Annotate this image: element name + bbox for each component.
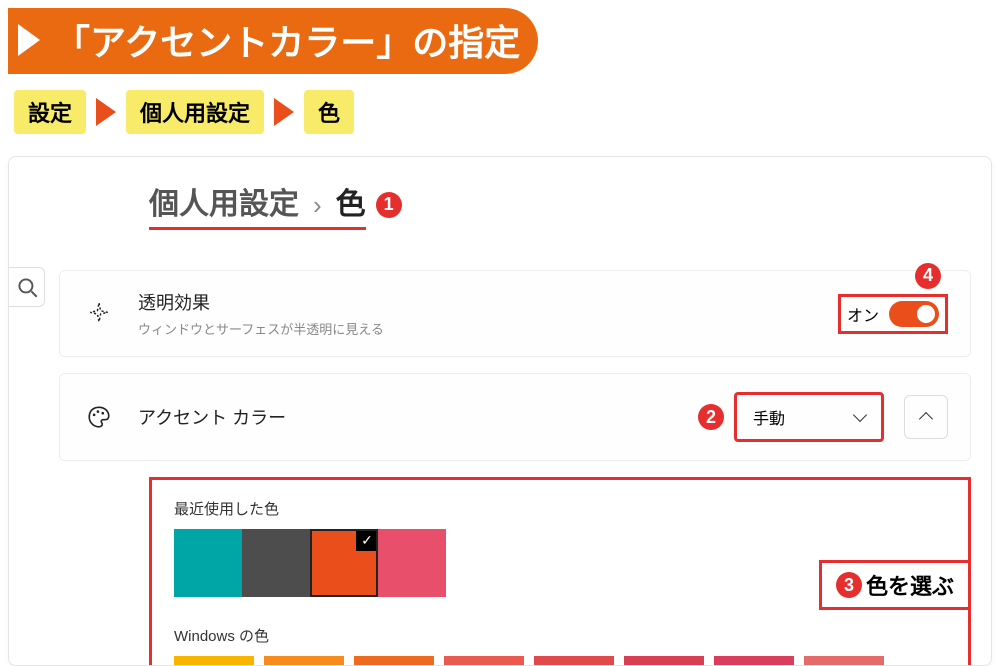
dropdown-value: 手動 xyxy=(753,405,785,429)
settings-window: 個人用設定 › 色 1 透明効果 ウィンドウとサーフェスが半透明に見える 4 オ… xyxy=(8,156,992,666)
path-chips: 設定 個人用設定 色 xyxy=(14,90,1000,134)
chip-personalization: 個人用設定 xyxy=(126,90,264,134)
transparency-toggle-group: 4 オン xyxy=(838,294,948,334)
transparency-toggle[interactable] xyxy=(889,301,939,327)
banner-title: 「アクセントカラー」の指定 xyxy=(54,14,520,66)
callout-text: 色を選ぶ xyxy=(866,569,954,601)
recent-color-swatch[interactable]: ✓ xyxy=(310,529,378,597)
page-title: 色 xyxy=(336,179,366,223)
toggle-state-label: オン xyxy=(847,302,879,326)
chip-arrow-icon xyxy=(274,98,294,126)
recent-color-swatch[interactable] xyxy=(242,529,310,597)
expand-section-button[interactable] xyxy=(904,395,948,439)
chevron-down-icon xyxy=(853,408,867,422)
breadcrumb-parent[interactable]: 個人用設定 xyxy=(149,179,299,223)
breadcrumb: 個人用設定 › 色 xyxy=(149,179,366,230)
color-picker-panel: 最近使用した色 ✓ Windows の色 3 色を選ぶ xyxy=(149,477,971,666)
settings-content: 透明効果 ウィンドウとサーフェスが半透明に見える 4 オン xyxy=(59,270,971,666)
check-icon: ✓ xyxy=(356,529,378,551)
toggle-knob xyxy=(917,305,935,323)
transparency-row: 透明効果 ウィンドウとサーフェスが半透明に見える 4 オン xyxy=(59,270,971,357)
windows-colors-label: Windows の色 xyxy=(174,625,946,646)
callout-badge-3: 3 xyxy=(836,572,862,598)
recent-color-swatch[interactable] xyxy=(378,529,446,597)
article-banner: 「アクセントカラー」の指定 xyxy=(8,8,538,74)
chip-colors: 色 xyxy=(304,90,354,134)
callout-badge-4: 4 xyxy=(915,263,941,289)
palette-icon xyxy=(82,404,116,430)
recent-color-swatch[interactable] xyxy=(174,529,242,597)
accent-color-row: アクセント カラー 2 手動 xyxy=(59,373,971,461)
callout-badge-2: 2 xyxy=(698,404,724,430)
accent-title: アクセント カラー xyxy=(138,404,698,430)
search-icon xyxy=(14,274,40,300)
callout-badge-1: 1 xyxy=(376,192,402,218)
callout-choose-color: 3 色を選ぶ xyxy=(819,560,971,610)
transparency-title: 透明効果 xyxy=(138,289,838,315)
transparency-subtitle: ウィンドウとサーフェスが半透明に見える xyxy=(138,319,838,338)
accent-mode-dropdown[interactable]: 手動 xyxy=(734,392,884,442)
breadcrumb-separator-icon: › xyxy=(313,190,322,221)
chip-settings: 設定 xyxy=(14,90,86,134)
sparkle-icon xyxy=(82,301,116,327)
search-button[interactable] xyxy=(9,267,45,307)
recent-colors-label: 最近使用した色 xyxy=(174,498,946,519)
chip-arrow-icon xyxy=(96,98,116,126)
play-triangle-icon xyxy=(18,24,40,56)
chevron-up-icon xyxy=(919,412,933,426)
